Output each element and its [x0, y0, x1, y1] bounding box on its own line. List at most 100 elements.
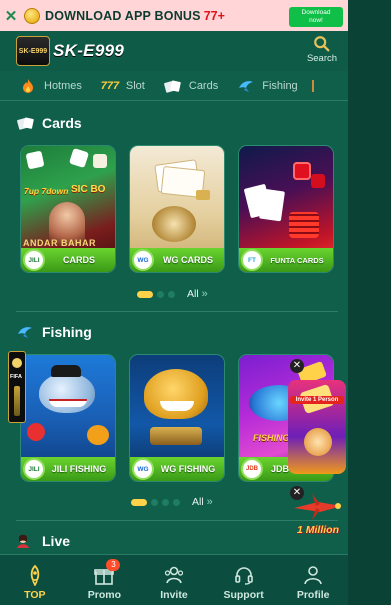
nav-item-fishing[interactable]: Fishing: [236, 78, 298, 94]
cards-icon: [163, 78, 183, 94]
art-text-7up: 7up 7down: [24, 186, 69, 196]
bottom-nav: TOP 3 Promo Invite Support Profile: [0, 554, 348, 605]
section-title-live: Live: [16, 533, 70, 549]
cards-icon: [16, 116, 36, 130]
pager-dot-active[interactable]: [131, 498, 147, 506]
section-title-fishing: Fishing: [16, 324, 92, 340]
footer-tab-profile[interactable]: Profile: [278, 555, 348, 605]
footer-label-invite: Invite: [160, 589, 188, 601]
fishing-all-link[interactable]: All: [192, 496, 204, 508]
section-title-fishing-label: Fishing: [42, 324, 92, 340]
trophy-stand-icon: [14, 386, 20, 416]
game-label-bar: FT FUNTA CARDS: [239, 248, 333, 272]
game-label-wg-fishing: WG FISHING: [160, 464, 216, 474]
game-card-wg-fishing[interactable]: WG WG FISHING: [129, 354, 225, 482]
search-icon: [314, 36, 330, 52]
million-promo-text: 1 Million: [297, 524, 339, 536]
nav-label-fishing: Fishing: [262, 79, 298, 92]
right-backdrop: [348, 0, 391, 605]
wg-badge-icon: WG: [132, 249, 154, 271]
category-nav: Hotmes 777 Slot Cards Fishing: [0, 71, 348, 101]
logo-emblem-icon: SK-E999: [16, 36, 50, 66]
footer-tab-top[interactable]: TOP: [0, 555, 70, 605]
live-host-icon: [16, 534, 36, 548]
search-button[interactable]: Search: [305, 35, 339, 64]
profile-icon: [304, 566, 322, 585]
game-label-bar: WG WG CARDS: [130, 248, 224, 272]
slot-777-icon: 777: [100, 79, 120, 92]
top-header: SK-E999 SK-E999 Search: [0, 31, 348, 71]
art-text-andar: ANDAR BAHAR: [23, 238, 96, 248]
double-chevron-right-icon[interactable]: »: [207, 496, 213, 508]
double-chevron-right-icon[interactable]: »: [202, 288, 208, 300]
fifa-tag: FIFA: [10, 374, 22, 380]
funta-badge-icon: FT: [241, 249, 263, 271]
users-icon: [164, 566, 184, 584]
brand-logo[interactable]: SK-E999 SK-E999: [16, 36, 124, 66]
footer-tab-invite[interactable]: Invite: [139, 555, 209, 605]
game-label-bar: JILI JILI FISHING: [21, 457, 115, 481]
invite-promo-text: Invite 1 Person: [290, 396, 344, 404]
close-promo2-icon[interactable]: ✕: [290, 486, 304, 500]
cards-all-link[interactable]: All: [187, 288, 199, 300]
download-banner: ✕ DOWNLOAD APP BONUS 77+ Download now!: [0, 0, 348, 31]
headset-icon: [234, 567, 253, 585]
game-card-wg-cards[interactable]: WG WG CARDS: [129, 145, 225, 273]
nav-label-hotmes: Hotmes: [44, 79, 82, 92]
game-label-wg-cards: WG CARDS: [163, 255, 213, 265]
game-label-cards: CARDS: [62, 255, 95, 265]
game-label-bar: JILI CARDS: [21, 248, 115, 272]
download-button-line1: Download: [301, 9, 331, 16]
floating-invite-promo[interactable]: Invite 1 Person: [288, 380, 346, 474]
nav-item-hotmes[interactable]: Hotmes: [18, 78, 82, 94]
fishing-pager: All »: [131, 496, 213, 508]
jdb-badge-icon: JDB: [241, 458, 263, 480]
game-label-funta-cards: FUNTA CARDS: [270, 255, 324, 265]
nav-item-cards[interactable]: Cards: [163, 78, 218, 94]
jili-badge-icon: JILI: [23, 249, 45, 271]
section-title-cards: Cards: [16, 115, 82, 131]
nav-item-slot[interactable]: 777 Slot: [100, 78, 145, 94]
nav-label-cards: Cards: [188, 79, 219, 92]
footer-label-promo: Promo: [87, 589, 122, 601]
pager-dot[interactable]: [157, 290, 164, 298]
wg-badge-icon: WG: [132, 458, 154, 480]
rocket-icon: [30, 564, 39, 586]
section-title-live-label: Live: [42, 533, 71, 549]
banner-text: DOWNLOAD APP BONUS: [45, 8, 201, 23]
close-promo1-icon[interactable]: ✕: [290, 359, 304, 373]
app-root: ✕ DOWNLOAD APP BONUS 77+ Download now! S…: [0, 0, 391, 605]
game-card-jili-fishing[interactable]: JILI JILI FISHING: [20, 354, 116, 482]
footer-tab-support[interactable]: Support: [209, 555, 279, 605]
game-card-cards[interactable]: 7up 7down SIC BO ANDAR BAHAR JILI CARDS: [20, 145, 116, 273]
banner-close-icon[interactable]: ✕: [0, 7, 22, 25]
nav-label-slot: Slot: [125, 79, 145, 92]
logo-emblem-text: SK-E999: [18, 47, 48, 55]
promo-count-badge: 3: [106, 559, 121, 571]
download-now-button[interactable]: Download now!: [289, 7, 343, 27]
main-panel: ✕ DOWNLOAD APP BONUS 77+ Download now! S…: [0, 0, 348, 605]
banner-amount: 77+: [203, 8, 225, 23]
logo-wordmark: SK-E999: [53, 41, 125, 60]
footer-label-support: Support: [223, 589, 264, 601]
game-label-bar: WG WG FISHING: [130, 457, 224, 481]
floating-fifa-widget[interactable]: FIFA: [8, 351, 26, 423]
pager-dot[interactable]: [151, 498, 158, 506]
footer-tab-promo[interactable]: 3 Promo: [70, 555, 140, 605]
game-card-funta-cards[interactable]: FT FUNTA CARDS: [238, 145, 334, 273]
cards-pager: All »: [137, 288, 208, 300]
pager-dot[interactable]: [162, 498, 169, 506]
art-text-sicbo: SIC BO: [71, 184, 106, 195]
trophy-icon: [12, 358, 22, 368]
nav-overflow-icon[interactable]: [311, 79, 314, 92]
pager-dot-active[interactable]: [137, 290, 153, 298]
section-title-cards-label: Cards: [42, 115, 82, 131]
search-label: Search: [306, 53, 338, 64]
fish-icon: [236, 78, 256, 94]
coin-icon: [24, 7, 40, 24]
fish-icon: [16, 325, 36, 339]
pager-dot[interactable]: [168, 290, 175, 298]
pager-dot[interactable]: [173, 498, 180, 506]
flame-icon: [18, 78, 38, 94]
section-divider: [16, 311, 338, 312]
